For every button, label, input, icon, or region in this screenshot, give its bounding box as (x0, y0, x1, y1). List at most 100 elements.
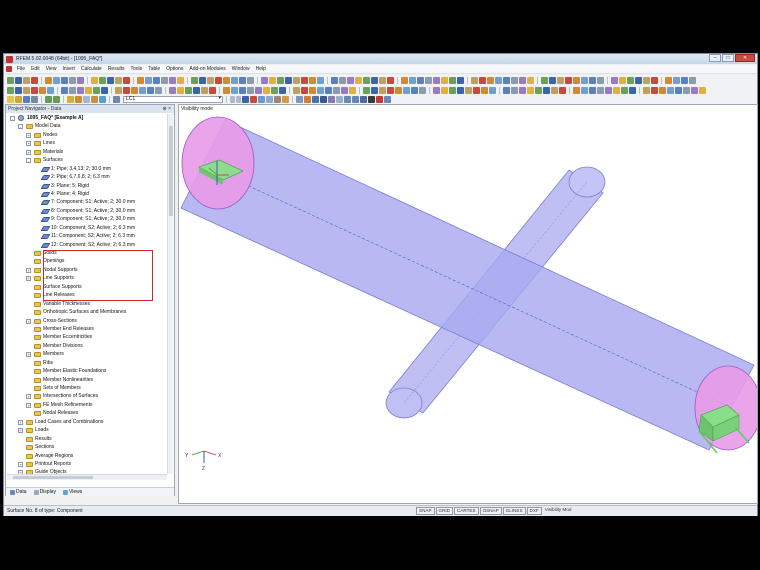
table-icon[interactable] (83, 95, 90, 103)
pencil-icon[interactable] (67, 95, 74, 103)
load-icon[interactable] (519, 76, 526, 84)
tree-item[interactable]: + FE Mesh Refinements (6, 401, 168, 409)
opening-icon[interactable] (317, 86, 324, 94)
node-icon[interactable] (279, 86, 286, 94)
opening-icon[interactable] (581, 76, 588, 84)
section-icon[interactable] (344, 95, 351, 103)
surface-tool-icon[interactable] (301, 76, 308, 84)
tree-item[interactable]: Sets of Members (6, 384, 168, 392)
hinge-icon[interactable] (339, 76, 346, 84)
expand-toggle-icon[interactable]: + (18, 428, 23, 434)
line-icon[interactable] (115, 76, 122, 84)
tree-item[interactable]: 10: Component; S2; Active; 2; 6.3 mm (6, 224, 168, 232)
open-folder-icon[interactable] (15, 95, 22, 103)
tree-item[interactable]: + Intersections of Surfaces (6, 392, 168, 400)
tree-item[interactable]: - Model Data (6, 122, 168, 130)
copy-icon[interactable] (91, 76, 98, 84)
wireframe-icon[interactable] (312, 95, 319, 103)
measure-icon[interactable] (384, 95, 391, 103)
hinge-icon[interactable] (689, 76, 696, 84)
expand-toggle-icon[interactable]: + (26, 352, 31, 358)
select-icon[interactable] (627, 76, 634, 84)
collapse-toggle-icon[interactable]: - (26, 158, 31, 164)
opening-icon[interactable] (495, 76, 502, 84)
tree-item[interactable]: Member Nonlinearities (6, 376, 168, 384)
node-icon[interactable] (101, 86, 108, 94)
expand-toggle-icon[interactable]: + (26, 276, 31, 282)
expand-toggle-icon[interactable]: + (18, 419, 23, 425)
opening-icon[interactable] (489, 86, 496, 94)
surface-tool-icon[interactable] (651, 76, 658, 84)
menu-table[interactable]: Table (145, 66, 163, 72)
node-icon[interactable] (629, 86, 636, 94)
menu-options[interactable]: Options (163, 66, 186, 72)
next-arrow-icon[interactable] (236, 95, 241, 103)
surface-tool-icon[interactable] (123, 86, 130, 94)
pan-icon[interactable] (360, 95, 367, 103)
model-3d-view[interactable]: X Y Z (179, 105, 757, 503)
solid-tool-icon[interactable] (481, 86, 488, 94)
calculate-icon[interactable] (99, 95, 106, 103)
select-icon[interactable] (621, 86, 628, 94)
opening-icon[interactable] (231, 86, 238, 94)
tab-data[interactable]: Data (8, 489, 29, 495)
node-icon[interactable] (15, 86, 22, 94)
tree-item[interactable]: 12: Component; S2; Active; 2; 6.3 mm (6, 241, 168, 249)
support-tool-icon[interactable] (147, 86, 154, 94)
support-tool-icon[interactable] (239, 86, 246, 94)
load-icon[interactable] (341, 86, 348, 94)
select-icon[interactable] (535, 86, 542, 94)
close-button[interactable]: ✕ (735, 54, 755, 62)
copy-icon[interactable] (619, 76, 626, 84)
redo-icon[interactable] (53, 95, 60, 103)
transparent-icon[interactable] (328, 95, 335, 103)
load-icon[interactable] (605, 86, 612, 94)
solid-tool-icon[interactable] (659, 86, 666, 94)
select-icon[interactable] (99, 76, 106, 84)
tree-item[interactable]: 3: Plane; 5; Rigid (6, 182, 168, 190)
line-icon[interactable] (643, 76, 650, 84)
expand-toggle-icon[interactable]: + (26, 132, 31, 138)
expand-toggle-icon[interactable]: + (26, 402, 31, 408)
expand-toggle-icon[interactable]: + (18, 461, 23, 467)
menu-file[interactable]: File (14, 66, 28, 72)
solid-tool-icon[interactable] (137, 76, 144, 84)
glines-toggle[interactable]: GLINES (502, 507, 526, 515)
minimize-button[interactable]: – (709, 54, 721, 62)
surface-tool-icon[interactable] (123, 76, 130, 84)
tree-item[interactable]: Nodal Releases (6, 409, 168, 417)
tree-item[interactable]: 7: Component; S1; Active; 2; 30.0 mm (6, 198, 168, 206)
surface-tool-icon[interactable] (565, 76, 572, 84)
line-icon[interactable] (23, 76, 30, 84)
navigator-pin-controls[interactable]: ⊕ × (163, 105, 172, 113)
menu-add-on-modules[interactable]: Add-on Modules (186, 66, 228, 72)
node-icon[interactable] (371, 86, 378, 94)
select-icon[interactable] (271, 86, 278, 94)
surface-tool-icon[interactable] (301, 86, 308, 94)
snap-toggle[interactable]: SNAP (416, 507, 435, 515)
support-tool-icon[interactable] (61, 76, 68, 84)
select-icon[interactable] (185, 86, 192, 94)
tree-item[interactable]: Member End Releases (6, 325, 168, 333)
select-icon[interactable] (7, 76, 14, 84)
menu-view[interactable]: View (43, 66, 60, 72)
opening-icon[interactable] (667, 86, 674, 94)
line-icon[interactable] (471, 76, 478, 84)
menu-tools[interactable]: Tools (128, 66, 146, 72)
show-results-icon[interactable] (242, 95, 249, 103)
opening-icon[interactable] (145, 76, 152, 84)
support-tool-icon[interactable] (675, 86, 682, 94)
load-icon[interactable] (691, 86, 698, 94)
copy-icon[interactable] (699, 86, 706, 94)
dxf-toggle[interactable]: DXF (526, 507, 542, 515)
load-icon[interactable] (169, 86, 176, 94)
support-tool-icon[interactable] (503, 76, 510, 84)
solid-tool-icon[interactable] (573, 86, 580, 94)
model-viewport[interactable]: Visibility mode X Y Z (178, 104, 758, 504)
surface-tool-icon[interactable] (473, 86, 480, 94)
tree-item[interactable]: Member Eccentricities (6, 333, 168, 341)
support-icon[interactable] (282, 95, 289, 103)
solid-tool-icon[interactable] (131, 86, 138, 94)
load-icon[interactable] (169, 76, 176, 84)
opening-icon[interactable] (53, 76, 60, 84)
